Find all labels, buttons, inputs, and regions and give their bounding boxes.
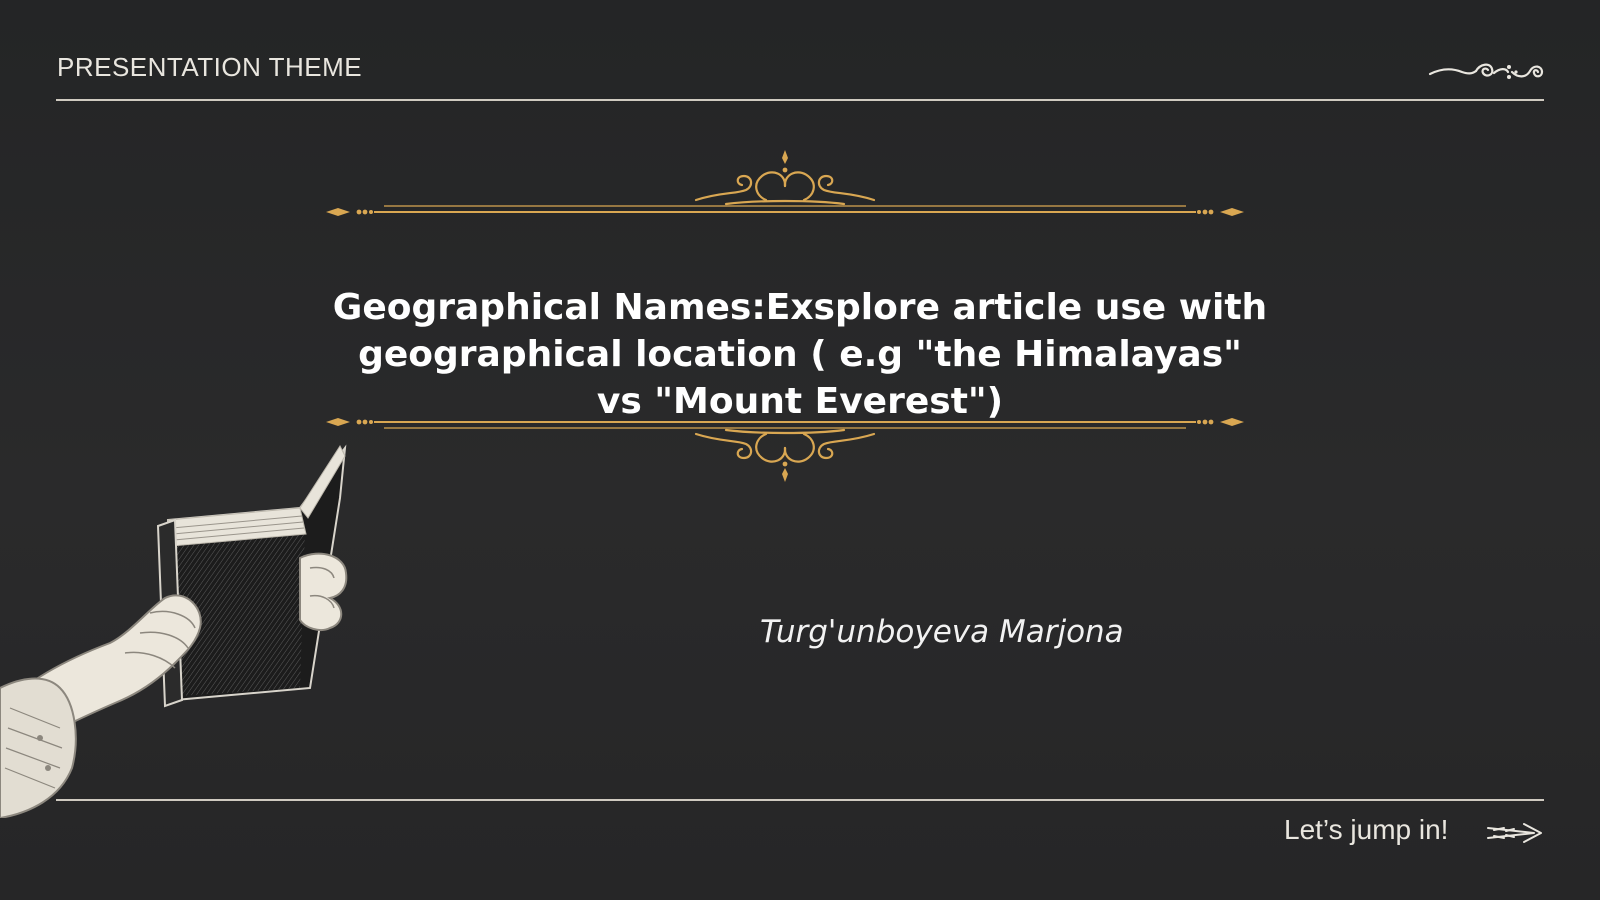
slide: PRESENTATION THEME Geographical Names:Ex… <box>0 0 1600 900</box>
author-name: Turg'unboyeva Marjona <box>760 614 1124 650</box>
ornamental-divider-icon <box>326 418 1244 482</box>
arrow-right-icon[interactable] <box>1484 820 1544 846</box>
ornamental-divider-icon <box>326 150 1244 216</box>
slide-title: Geographical Names:Exsplore article use … <box>332 287 1268 422</box>
hand-holding-book-icon <box>0 444 348 818</box>
footer-divider <box>56 799 1544 801</box>
flourish-icon <box>1428 63 1544 79</box>
header-divider <box>56 99 1544 101</box>
jump-in-link[interactable]: Let’s jump in! <box>1284 814 1448 846</box>
header-title: PRESENTATION THEME <box>57 52 363 82</box>
